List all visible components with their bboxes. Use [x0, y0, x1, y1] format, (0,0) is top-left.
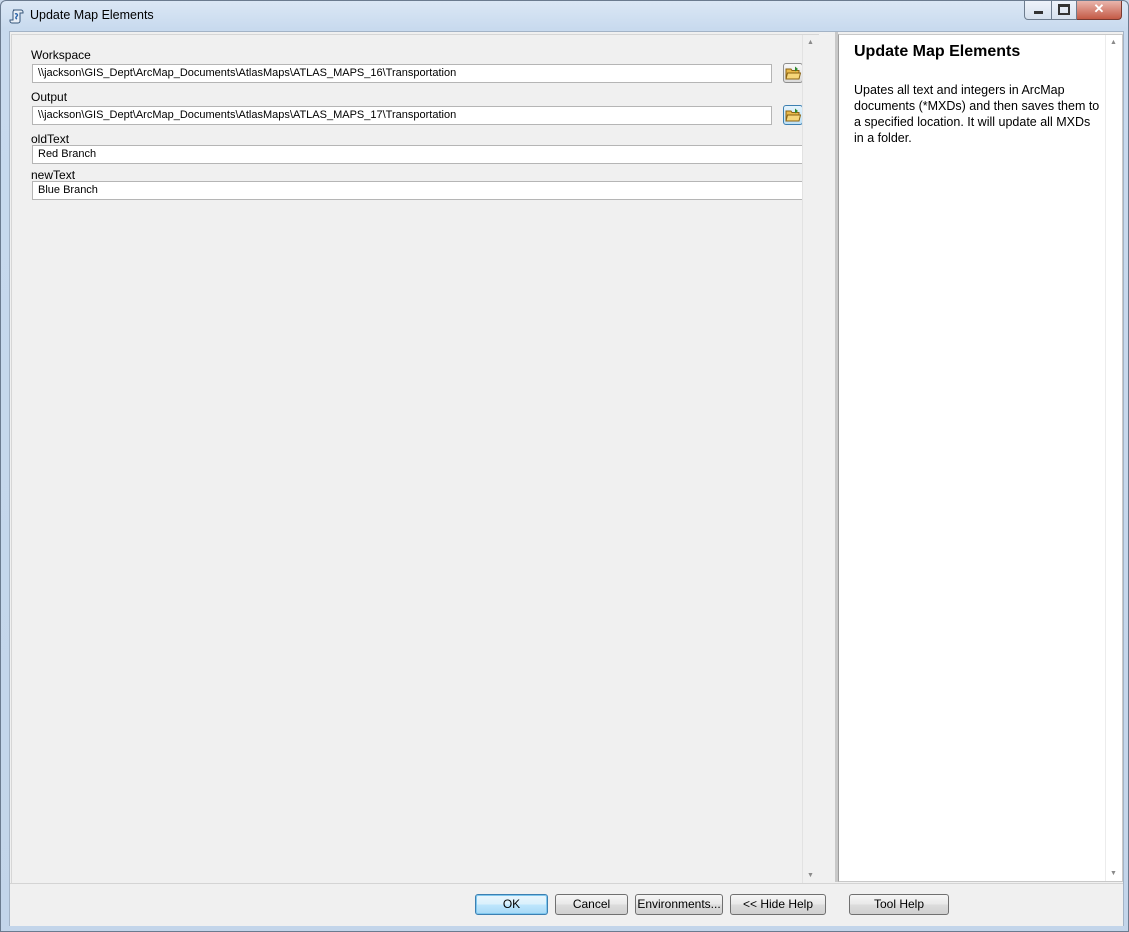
workspace-browse-button[interactable]	[783, 63, 803, 83]
maximize-button[interactable]	[1052, 1, 1077, 20]
minimize-icon	[1025, 2, 1051, 17]
open-folder-icon	[785, 108, 801, 122]
oldtext-input[interactable]: Red Branch	[32, 145, 805, 164]
window-controls: ✕	[1024, 1, 1122, 21]
button-bar: OK Cancel Environments... << Hide Help T…	[10, 883, 1123, 926]
scroll-down-icon[interactable]: ▼	[807, 872, 814, 879]
script-tool-icon	[9, 9, 24, 24]
help-title: Update Map Elements	[854, 43, 1021, 60]
parameters-pane: Workspace \\jackson\GIS_Dept\ArcMap_Docu…	[11, 34, 819, 884]
help-pane: Update Map Elements Upates all text and …	[838, 34, 1123, 882]
ok-button[interactable]: OK	[475, 894, 548, 915]
newtext-label: newText	[31, 168, 76, 182]
help-scrollbar[interactable]: ▲ ▼	[1105, 35, 1122, 881]
minimize-button[interactable]	[1024, 1, 1052, 20]
output-label: Output	[31, 90, 68, 104]
tool-help-button[interactable]: Tool Help	[849, 894, 949, 915]
title-bar[interactable]: Update Map Elements ✕	[1, 1, 1128, 31]
environments-button[interactable]: Environments...	[635, 894, 723, 915]
parameters-scrollbar[interactable]: ▲ ▼	[802, 35, 819, 883]
output-input[interactable]: \\jackson\GIS_Dept\ArcMap_Documents\Atla…	[32, 106, 772, 125]
close-icon: ✕	[1093, 1, 1105, 16]
newtext-input[interactable]: Blue Branch	[32, 181, 805, 200]
workspace-label: Workspace	[31, 48, 91, 62]
cancel-button[interactable]: Cancel	[555, 894, 628, 915]
window-title: Update Map Elements	[30, 8, 154, 22]
output-browse-button[interactable]	[783, 105, 803, 125]
scroll-up-icon[interactable]: ▲	[1110, 39, 1117, 46]
hide-help-button[interactable]: << Hide Help	[730, 894, 826, 915]
oldtext-label: oldText	[31, 132, 70, 146]
tool-dialog-window: Update Map Elements ✕ Workspace \\jackso…	[0, 0, 1129, 932]
scroll-down-icon[interactable]: ▼	[1110, 870, 1117, 877]
help-description: Upates all text and integers in ArcMap d…	[854, 83, 1100, 145]
scroll-up-icon[interactable]: ▲	[807, 39, 814, 46]
dialog-client-area: Workspace \\jackson\GIS_Dept\ArcMap_Docu…	[9, 31, 1124, 926]
close-button[interactable]: ✕	[1077, 1, 1122, 20]
maximize-icon	[1052, 2, 1076, 18]
workspace-input[interactable]: \\jackson\GIS_Dept\ArcMap_Documents\Atla…	[32, 64, 772, 83]
open-folder-icon	[785, 66, 801, 80]
